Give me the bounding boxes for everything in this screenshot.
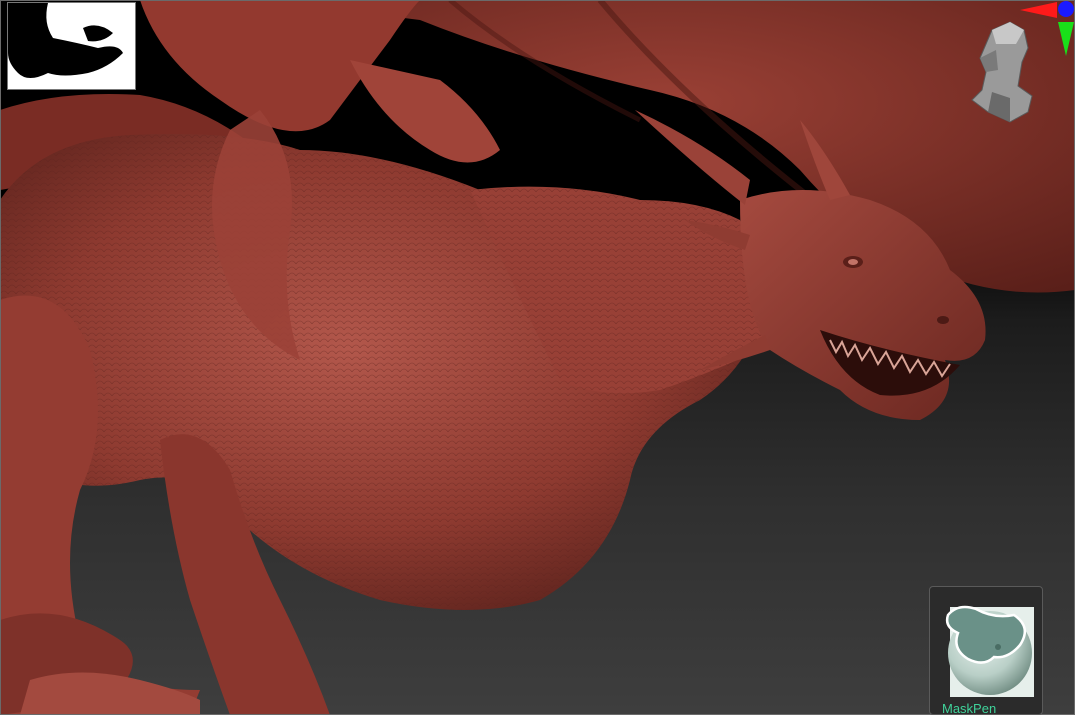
brush-name-label: MaskPen (942, 701, 997, 715)
navigator-silhouette (8, 3, 135, 89)
orientation-gizmo[interactable] (962, 0, 1075, 130)
navigator-thumbnail[interactable] (7, 2, 136, 90)
head-orientation-icon[interactable] (971, 21, 1033, 123)
axis-y-indicator (1058, 22, 1074, 56)
axis-x-indicator (1020, 2, 1057, 18)
document-canvas[interactable]: MaskPen (0, 0, 1075, 715)
axis-z-indicator (1058, 1, 1074, 17)
maskpen-brush-icon[interactable] (944, 601, 1040, 697)
current-brush-panel[interactable]: MaskPen (929, 586, 1043, 715)
dragon-sculpt-model[interactable] (0, 0, 1075, 715)
